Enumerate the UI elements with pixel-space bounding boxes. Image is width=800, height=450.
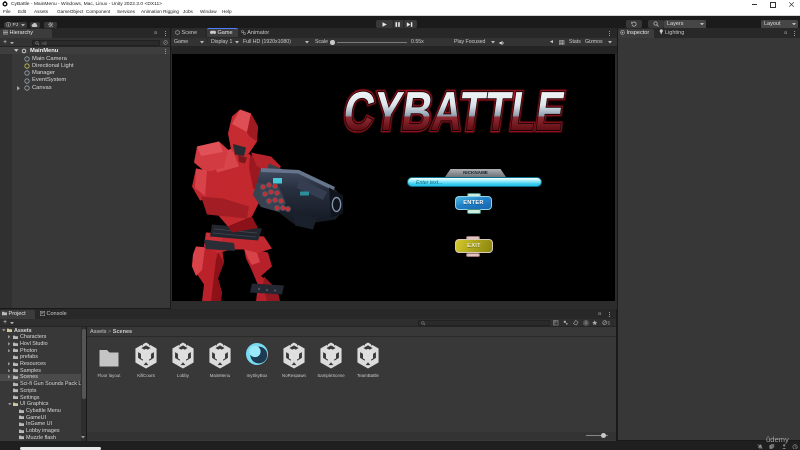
svg-text:CYBATTLE: CYBATTLE (340, 84, 569, 140)
svg-text:5: 5 (607, 321, 610, 326)
